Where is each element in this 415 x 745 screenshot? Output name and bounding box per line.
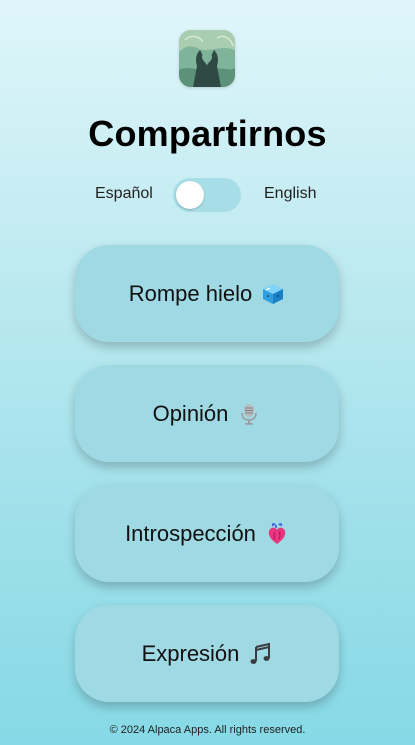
card-label: Expresión xyxy=(141,640,240,666)
page-title: Compartirnos xyxy=(88,113,327,154)
introspeccion-button[interactable]: Introspección xyxy=(75,485,339,582)
card-label: Opinión xyxy=(152,400,229,426)
card-label: Rompe hielo xyxy=(128,280,253,306)
language-label-spanish: Español xyxy=(95,185,153,202)
language-switcher: Español English xyxy=(0,177,415,212)
toggle-knob xyxy=(176,181,204,209)
music-notes-icon xyxy=(248,642,272,666)
rompe-hielo-button[interactable]: Rompe hielo xyxy=(75,245,339,342)
microphone-icon xyxy=(237,402,261,426)
expresion-button[interactable]: Expresión xyxy=(75,605,339,702)
app-logo xyxy=(179,30,235,87)
footer-copyright: © 2024 Alpaca Apps. All rights reserved. xyxy=(109,724,306,736)
ice-cube-icon xyxy=(261,282,285,306)
card-label: Introspección xyxy=(125,520,256,546)
anatomical-heart-icon xyxy=(265,522,289,546)
opinion-button[interactable]: Opinión xyxy=(75,365,339,462)
language-label-english: English xyxy=(264,185,317,202)
heart-hands-logo-icon xyxy=(179,30,235,87)
language-toggle[interactable] xyxy=(173,178,241,212)
